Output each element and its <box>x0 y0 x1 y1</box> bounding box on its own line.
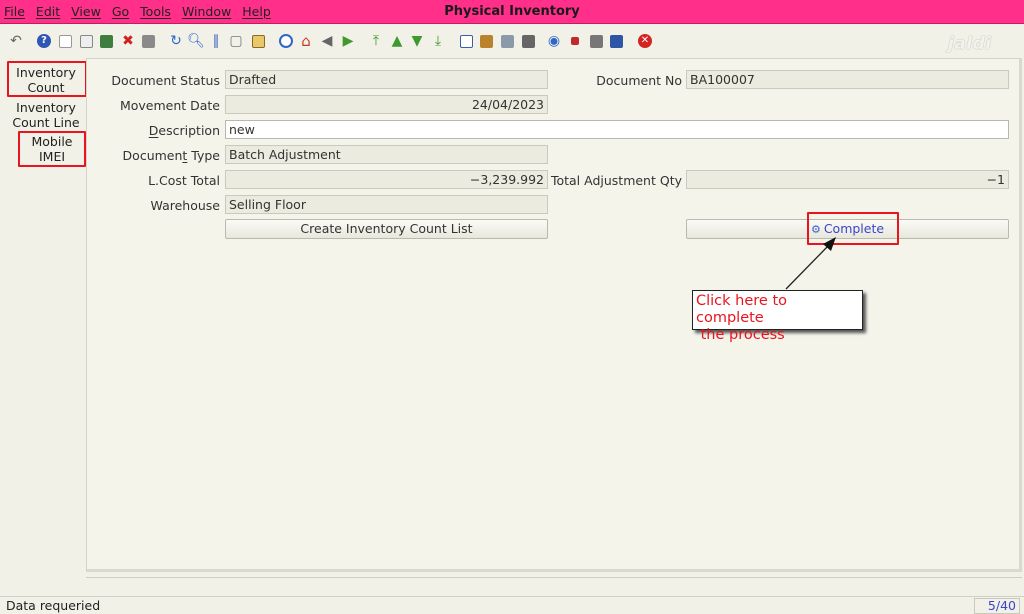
instruction-callout: Click here to complete the process <box>692 290 863 343</box>
menu-edit[interactable]: Edit <box>36 4 60 19</box>
menu-bar: File Edit View Go Tools Window Help <box>4 4 282 19</box>
callout-line-1: Click here to complete <box>696 293 788 326</box>
movement-date-field: 24/04/2023 <box>225 95 548 114</box>
tab-inventory-count-line[interactable]: Inventory Count Line <box>10 100 82 130</box>
previous-record-icon[interactable]: ▲ <box>389 33 405 49</box>
total-adjustment-qty-field: −1 <box>686 170 1009 189</box>
description-label-rest: escription <box>158 123 220 138</box>
callout-arrow <box>785 237 836 290</box>
next-record-icon[interactable]: ▼ <box>409 33 425 49</box>
description-input[interactable]: new <box>225 120 1009 139</box>
total-adjustment-qty-label: Total Adjustment Qty <box>550 173 682 188</box>
menu-file[interactable]: File <box>4 4 25 19</box>
document-no-label: Document No <box>596 73 682 88</box>
tab-inventory-count[interactable]: Inventory Count <box>10 65 82 95</box>
product-info-icon[interactable] <box>608 33 624 49</box>
description-label-mnemonic: D <box>148 123 159 138</box>
attachment-icon[interactable]: ∥ <box>208 33 224 49</box>
timeline-icon[interactable] <box>278 33 294 49</box>
lcost-total-label: L.Cost Total <box>148 173 220 188</box>
print-preview-icon[interactable] <box>499 33 515 49</box>
home-icon[interactable]: ⌂ <box>298 33 314 49</box>
undo-icon[interactable]: ↶ <box>8 33 24 49</box>
menu-go[interactable]: Go <box>112 4 129 19</box>
document-type-label-rest: Type <box>187 148 220 163</box>
warehouse-label: Warehouse <box>150 198 220 213</box>
document-type-label-prefix: Documen <box>122 148 183 163</box>
callout-line-2: the process <box>696 327 785 343</box>
print-icon[interactable] <box>520 33 536 49</box>
workflow-icon[interactable] <box>567 33 583 49</box>
refresh-icon[interactable]: ↻ <box>168 33 184 49</box>
exit-icon[interactable]: ✕ <box>637 33 653 49</box>
description-label: Description <box>90 123 220 138</box>
document-status-label: Document Status <box>111 73 220 88</box>
document-status-field: Drafted <box>225 70 548 89</box>
warehouse-field: Selling Floor <box>225 195 548 214</box>
archive-icon[interactable] <box>478 33 494 49</box>
document-type-field: Batch Adjustment <box>225 145 548 164</box>
menu-help[interactable]: Help <box>242 4 271 19</box>
parent-record-icon[interactable]: ◀ <box>319 33 335 49</box>
menu-tools[interactable]: Tools <box>140 4 171 19</box>
new-record-icon[interactable] <box>57 33 73 49</box>
status-message: Data requeried <box>6 598 101 613</box>
chat-icon[interactable]: ▢ <box>228 33 244 49</box>
movement-date-label: Movement Date <box>119 98 220 113</box>
jaldi-logo: jaldi <box>948 34 992 54</box>
document-type-label: Document Type <box>90 148 220 163</box>
tab-mobile-imei[interactable]: Mobile IMEI <box>20 134 84 164</box>
copy-record-icon[interactable] <box>78 33 94 49</box>
find-icon[interactable]: 🔍︎ <box>187 33 205 49</box>
menu-view[interactable]: View <box>71 4 101 19</box>
bottom-separator <box>86 572 1022 578</box>
zoom-across-icon[interactable]: ◉ <box>546 33 562 49</box>
lcost-total-field: −3,239.992 <box>225 170 548 189</box>
title-bar: File Edit View Go Tools Window Help Phys… <box>0 0 1024 24</box>
delete-icon[interactable]: ✖ <box>120 33 136 49</box>
document-no-field: BA100007 <box>686 70 1009 89</box>
menu-window[interactable]: Window <box>182 4 231 19</box>
first-record-icon[interactable]: ⤒ <box>368 33 384 49</box>
report-icon[interactable] <box>458 33 474 49</box>
history-icon[interactable] <box>250 33 266 49</box>
create-inventory-count-list-button[interactable]: Create Inventory Count List <box>225 219 548 239</box>
request-icon[interactable] <box>588 33 604 49</box>
help-icon[interactable]: ? <box>36 33 52 49</box>
save-icon[interactable] <box>98 33 114 49</box>
detail-record-icon[interactable]: ▶ <box>340 33 356 49</box>
last-record-icon[interactable]: ⤓ <box>430 33 446 49</box>
status-bar: Data requeried 5/40 <box>0 596 1024 614</box>
delete-selection-icon[interactable] <box>140 33 156 49</box>
record-counter[interactable]: 5/40 <box>974 598 1020 614</box>
